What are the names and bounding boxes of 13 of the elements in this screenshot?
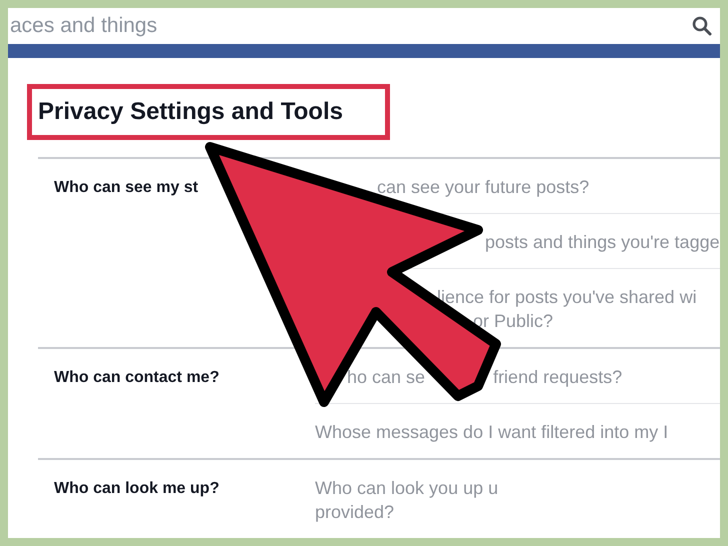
setting-text: posts and things you're tagge <box>485 230 720 254</box>
setting-text: ho can se <box>347 366 426 388</box>
section-label: Who can see my st <box>53 178 200 198</box>
setting-text: friend requests? <box>493 366 622 389</box>
setting-text: Who can look you up u <box>315 476 498 500</box>
search-icon[interactable] <box>692 16 712 36</box>
setting-text: can see your future posts? <box>377 176 590 199</box>
setting-text: provided? <box>315 500 394 524</box>
search-field[interactable]: aces and things <box>8 10 158 42</box>
setting-text: Whose messages do I want filtered into my I <box>315 420 668 444</box>
page-title: Privacy Settings and Tools <box>38 97 343 127</box>
section-label: Who can contact me? <box>53 368 220 388</box>
section-label: Who can look me up? <box>53 479 220 499</box>
